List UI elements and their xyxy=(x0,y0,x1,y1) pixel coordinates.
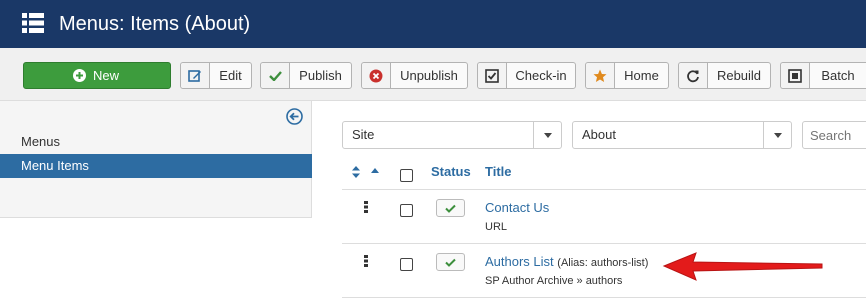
row-checkbox[interactable] xyxy=(400,204,413,217)
sort-icon[interactable] xyxy=(352,166,360,178)
batch-icon xyxy=(788,68,802,83)
unpublish-button[interactable]: Unpublish xyxy=(361,62,468,89)
chevron-down-icon xyxy=(763,122,791,148)
new-button-label: New xyxy=(92,68,119,83)
batch-button-label: Batch xyxy=(821,68,855,83)
table-divider xyxy=(342,243,866,244)
edit-button-label: Edit xyxy=(219,68,242,83)
new-button[interactable]: New xyxy=(23,62,171,89)
item-alias: (Alias: authors-list) xyxy=(557,257,649,269)
sidebar-item-menu-items[interactable]: Menu Items xyxy=(0,154,312,178)
rebuild-button[interactable]: Rebuild xyxy=(678,62,771,89)
client-select[interactable]: Site xyxy=(342,121,562,149)
list-icon xyxy=(22,13,44,33)
search-input[interactable] xyxy=(802,121,866,149)
sort-ascending-icon[interactable] xyxy=(371,168,379,173)
edit-icon xyxy=(188,69,201,82)
checkbox-icon xyxy=(485,68,499,83)
table-divider xyxy=(342,297,866,298)
refresh-icon xyxy=(687,69,699,82)
item-type: SP Author Archive » authors xyxy=(485,275,623,287)
unpublish-button-label: Unpublish xyxy=(400,68,458,83)
publish-button[interactable]: Publish xyxy=(260,62,352,89)
item-title-link[interactable]: Contact Us xyxy=(485,200,549,216)
publish-button-label: Publish xyxy=(299,68,342,83)
title-column-header[interactable]: Title xyxy=(485,164,512,180)
select-all-checkbox[interactable] xyxy=(400,169,413,182)
home-button-label: Home xyxy=(624,68,659,83)
item-title-link[interactable]: Authors List xyxy=(485,254,554,269)
published-status-button[interactable] xyxy=(436,253,465,271)
published-status-button[interactable] xyxy=(436,199,465,217)
unpublish-icon xyxy=(369,69,383,82)
batch-button[interactable]: Batch xyxy=(780,62,866,89)
item-type: URL xyxy=(485,221,508,233)
rebuild-button-label: Rebuild xyxy=(716,68,762,83)
checkin-button[interactable]: Check-in xyxy=(477,62,576,89)
page-header: Menus: Items (About) xyxy=(0,0,866,48)
toolbar: New Edit Publish Unpublish Check-in Home… xyxy=(0,48,866,101)
check-icon xyxy=(268,71,282,81)
plus-circle-icon xyxy=(72,69,86,82)
sidebar-item-menus[interactable]: Menus xyxy=(0,130,312,154)
chevron-down-icon xyxy=(533,122,561,148)
drag-handle-icon[interactable] xyxy=(364,255,368,267)
status-column-header[interactable]: Status xyxy=(431,164,471,180)
row-checkbox[interactable] xyxy=(400,258,413,271)
checkin-button-label: Check-in xyxy=(515,68,567,83)
edit-button[interactable]: Edit xyxy=(180,62,252,89)
check-icon xyxy=(445,204,456,213)
home-button[interactable]: Home xyxy=(585,62,669,89)
check-icon xyxy=(445,258,456,267)
menu-select[interactable]: About xyxy=(572,121,792,149)
drag-handle-icon[interactable] xyxy=(364,201,368,213)
page-title: Menus: Items (About) xyxy=(59,13,251,35)
sidebar: Menus Menu Items xyxy=(0,101,312,218)
annotation-arrow-icon xyxy=(662,252,823,281)
client-select-value: Site xyxy=(352,127,375,142)
table-divider xyxy=(342,189,866,190)
menu-select-value: About xyxy=(582,127,616,142)
collapse-sidebar-icon[interactable] xyxy=(286,108,303,125)
item-title-row-2: Authors List (Alias: authors-list) xyxy=(485,254,648,271)
star-icon xyxy=(593,69,607,82)
